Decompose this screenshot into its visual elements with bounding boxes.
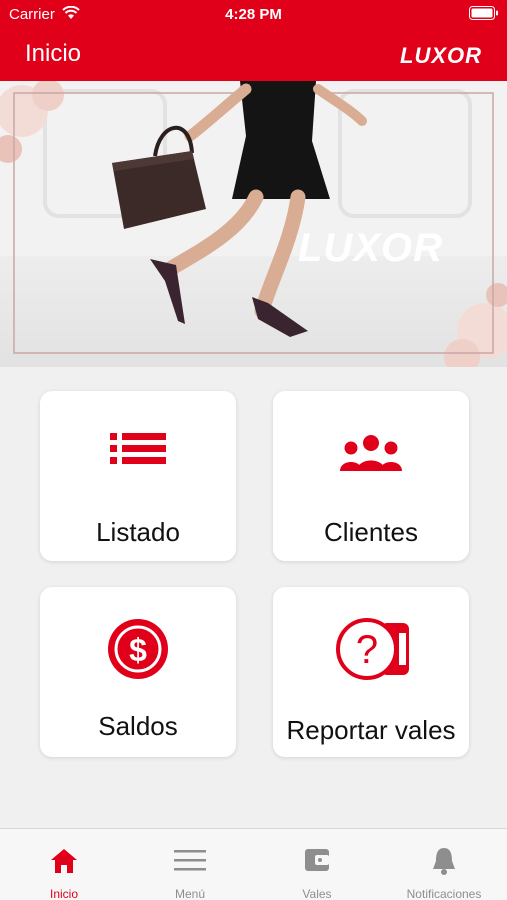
tile-label: Clientes (324, 517, 418, 547)
tile-clientes[interactable]: Clientes (273, 391, 469, 561)
status-bar: Carrier 4:28 PM (0, 0, 507, 30)
status-time: 4:28 PM (225, 6, 282, 23)
group-icon (340, 435, 402, 471)
svg-text:$: $ (129, 632, 147, 668)
banner-logo: LUXOR (298, 226, 443, 270)
tile-saldos[interactable]: $ Saldos (40, 587, 236, 757)
page-title: Inicio (25, 40, 82, 67)
top-bar: Carrier 4:28 PM Inicio LUXOR (0, 0, 507, 81)
hamburger-icon (174, 850, 206, 871)
promo-banner: LUXOR (0, 81, 507, 367)
header-logo: LUXOR (400, 43, 482, 68)
tile-listado[interactable]: Listado (40, 391, 236, 561)
tile-reportar-vales[interactable]: ? Reportar vales (273, 587, 469, 757)
battery-icon (469, 6, 499, 24)
tile-label: Listado (96, 517, 180, 547)
list-icon (110, 433, 166, 464)
tab-vales[interactable]: Vales (254, 829, 380, 900)
tab-label: Inicio (49, 887, 78, 900)
tab-label: Vales (302, 887, 332, 900)
tab-menu[interactable]: Menú (127, 829, 253, 900)
tab-label: Notificaciones (406, 887, 482, 900)
tab-inicio[interactable]: Inicio (1, 829, 127, 900)
bell-icon (433, 848, 455, 875)
dollar-coin-icon: $ (108, 619, 168, 679)
tile-label: Reportar vales (286, 715, 456, 745)
question-ticket-icon: ? (336, 618, 409, 680)
wallet-icon (305, 849, 329, 871)
tab-notificaciones[interactable]: Notificaciones (381, 829, 507, 900)
tab-bar: Inicio Menú Vales Notificaciones (0, 828, 507, 900)
tile-label: Saldos (98, 711, 178, 741)
svg-text:?: ? (356, 628, 378, 672)
home-icon (51, 849, 77, 873)
tab-label: Menú (174, 887, 206, 900)
